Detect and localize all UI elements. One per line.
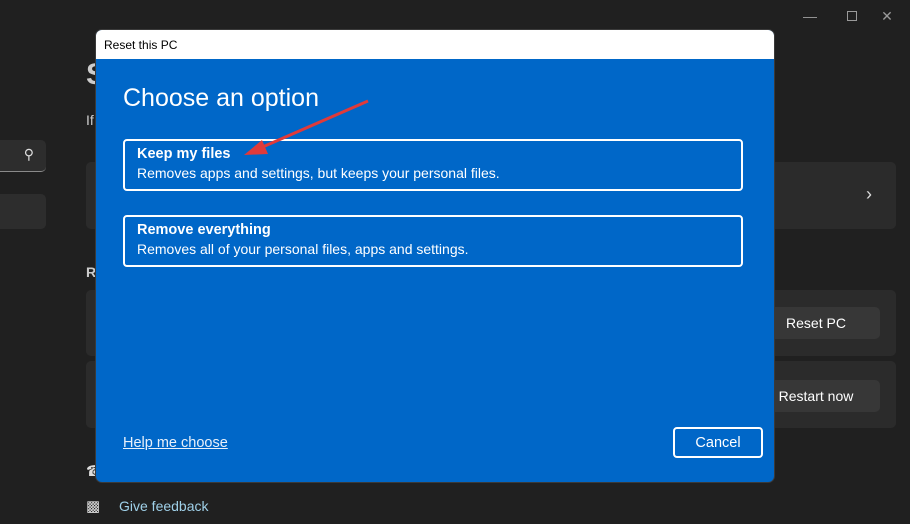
annotation-arrow-icon [244, 99, 369, 155]
